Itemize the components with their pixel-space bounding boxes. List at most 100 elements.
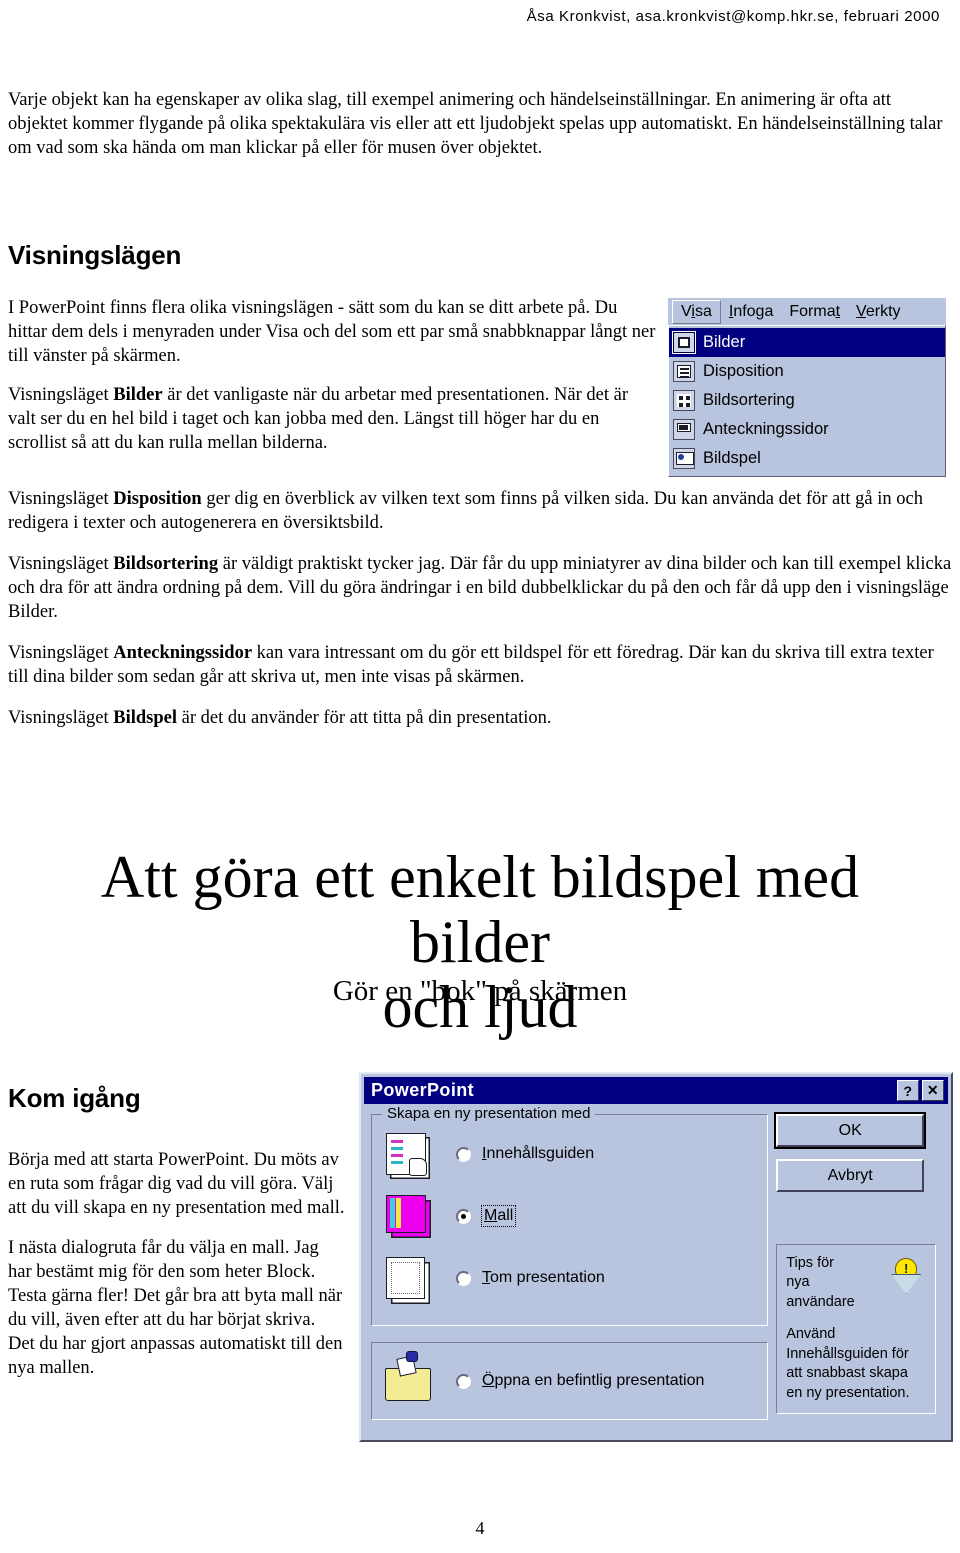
page-number: 4	[475, 1518, 485, 1538]
innehallsguiden-rest: nnehållsguiden	[486, 1145, 595, 1162]
menu-item-bilder[interactable]: Bilder	[669, 328, 945, 357]
visa-pre: V	[681, 302, 692, 320]
open-folder-icon	[384, 1351, 434, 1404]
infoga-post: nfoga	[733, 302, 774, 320]
menu-item-disposition[interactable]: Disposition	[669, 357, 945, 386]
section-heading-visningslagen: Visningslägen	[8, 240, 182, 270]
radio-tom-presentation[interactable]	[456, 1270, 471, 1286]
visningslagen-paragraph-6: Visningsläget Bildspel är det du använde…	[8, 706, 952, 730]
group-box-title: Skapa en ny presentation med	[382, 1105, 596, 1122]
autocontent-wizard-icon	[384, 1131, 434, 1177]
visningslagen-paragraph-2: Visningsläget Bilder är det vanligaste n…	[8, 383, 656, 455]
radio-oppna-befintlig[interactable]	[456, 1373, 471, 1389]
document-title: Att göra ett enkelt bildspel med bilder …	[30, 845, 930, 1039]
dialog-title-text: PowerPoint	[371, 1080, 475, 1100]
dialog-body: Skapa en ny presentation med Innehållsgu…	[361, 1104, 951, 1428]
option-row-oppna-befintlig[interactable]: Öppna en befintlig presentation	[378, 1351, 761, 1411]
format-pre: Forma	[789, 302, 836, 320]
option-row-mall[interactable]: Mall	[378, 1185, 761, 1247]
menu-item-bilder-label: Bilder	[703, 333, 746, 351]
menu-item-bildsortering[interactable]: Bildsortering	[669, 386, 945, 415]
visa-post: sa	[694, 302, 712, 320]
document-title-line-1: Att göra ett enkelt bildspel med bilder	[100, 844, 860, 975]
kom-igang-body: Börja med att starta PowerPoint. Du möts…	[8, 1148, 346, 1396]
section-heading-kom-igang: Kom igång	[8, 1083, 141, 1113]
menu-item-bildspel-label: Bildspel	[703, 449, 761, 467]
paragraph-6-term: Bildspel	[113, 708, 178, 729]
header-divider	[0, 40, 960, 41]
paragraph-5-pre: Visningsläget	[8, 643, 114, 664]
tom-presentation-rest: om presentation	[490, 1269, 605, 1286]
paragraph-6-pre: Visningsläget	[8, 708, 114, 729]
radio-mall[interactable]	[456, 1208, 471, 1224]
visningslagen-paragraph-3: Visningsläget Disposition ger dig en öve…	[8, 487, 952, 535]
menu-bar-item-format[interactable]: Format	[781, 301, 848, 323]
dialog-right-column: OK Avbryt Tips för nya användare Använd …	[774, 1112, 943, 1420]
slide-show-icon	[673, 448, 695, 469]
option-row-tom-presentation[interactable]: Tom presentation	[378, 1247, 761, 1309]
radio-innehallsguiden[interactable]	[456, 1146, 471, 1162]
menu-item-anteckningssidor[interactable]: Anteckningssidor	[669, 415, 945, 444]
paragraph-5-term: Anteckningssidor	[113, 643, 253, 664]
ok-button[interactable]: OK	[774, 1112, 927, 1149]
paragraph-3-pre: Visningsläget	[8, 489, 114, 509]
paragraph-2-pre: Visningsläget	[8, 385, 114, 406]
intro-text: Varje objekt kan ha egenskaper av olika …	[8, 90, 943, 159]
kom-igang-paragraph-2: I nästa dialogruta får du välja en mall.…	[8, 1238, 343, 1379]
cancel-button[interactable]: Avbryt	[776, 1159, 925, 1192]
option-label-innehallsguiden: Innehållsguiden	[482, 1145, 594, 1163]
dialog-title-bar: PowerPoint ? ✕	[364, 1077, 948, 1104]
notes-page-icon	[673, 419, 695, 440]
paragraph-3-term: Disposition	[113, 489, 202, 509]
slide-view-icon	[672, 331, 696, 354]
paragraph-4-term: Bildsortering	[113, 554, 219, 575]
menu-item-bildsortering-label: Bildsortering	[703, 391, 795, 409]
option-row-innehallsguiden[interactable]: Innehållsguiden	[378, 1123, 761, 1185]
menu-item-bildspel[interactable]: Bildspel	[669, 444, 945, 473]
create-new-presentation-group: Skapa en ny presentation med Innehållsgu…	[371, 1105, 769, 1326]
option-label-oppna-befintlig: Öppna en befintlig presentation	[482, 1372, 704, 1390]
lightbulb-tip-icon	[885, 1254, 927, 1298]
menu-bar-item-verktyg[interactable]: Verkty	[848, 301, 908, 323]
document-subtitle: Gör en "bok" på skärmen	[332, 975, 628, 1007]
option-label-tom-presentation: Tom presentation	[482, 1269, 605, 1287]
visningslagen-paragraph-4: Visningsläget Bildsortering är väldigt p…	[8, 552, 952, 624]
tips-panel-body: Använd Innehållsguiden för att snabbast …	[786, 1326, 910, 1401]
menu-item-disposition-label: Disposition	[703, 362, 784, 380]
dialog-left-column: Skapa en ny presentation med Innehållsgu…	[371, 1105, 769, 1420]
menu-item-anteckningssidor-label: Anteckningssidor	[703, 420, 829, 438]
tips-panel-header: Tips för nya användare	[786, 1254, 927, 1312]
powerpoint-view-menu-screenshot: Visa Infoga Format Verkty Bilder Disposi…	[668, 298, 946, 477]
view-menu-dropdown: Bilder Disposition Bildsortering Anteckn…	[668, 325, 946, 477]
outline-view-icon	[673, 361, 695, 382]
verktyg-post: erkty	[865, 302, 901, 320]
intro-paragraph: Varje objekt kan ha egenskaper av olika …	[8, 88, 944, 175]
mall-rest: all	[497, 1207, 514, 1224]
slide-sorter-icon	[673, 390, 695, 411]
tom-presentation-accel: T	[482, 1269, 490, 1286]
powerpoint-startup-dialog-screenshot: PowerPoint ? ✕ Skapa en ny presentation …	[359, 1072, 953, 1442]
tips-panel-title: Tips för nya användare	[786, 1255, 855, 1310]
paragraph-2-term: Bilder	[113, 385, 163, 406]
option-label-mall: Mall	[480, 1205, 517, 1227]
tips-panel: Tips för nya användare Använd Innehållsg…	[776, 1244, 937, 1414]
page-header-byline: Åsa Kronkvist, asa.kronkvist@komp.hkr.se…	[526, 8, 940, 25]
kom-igang-paragraph-1: Börja med att starta PowerPoint. Du möts…	[8, 1150, 345, 1219]
dialog-title-buttons: ? ✕	[897, 1080, 946, 1101]
paragraph-6-post: är det du använder för att titta på din …	[177, 708, 552, 729]
visningslagen-paragraph-1: I PowerPoint finns flera olika visningsl…	[8, 298, 656, 367]
oppna-rest: ppna en befintlig presentation	[494, 1372, 705, 1389]
menu-bar-item-visa[interactable]: Visa	[672, 299, 721, 324]
visningslagen-intro-block: I PowerPoint finns flera olika visningsl…	[8, 296, 656, 470]
format-accel: t	[835, 302, 841, 320]
paragraph-4-pre: Visningsläget	[8, 554, 114, 575]
oppna-accel: Ö	[482, 1372, 495, 1389]
verktyg-accel: V	[856, 302, 866, 320]
open-existing-group: Öppna en befintlig presentation	[371, 1342, 769, 1420]
mall-accel: M	[484, 1207, 498, 1224]
visningslagen-paragraph-5: Visningsläget Anteckningssidor kan vara …	[8, 641, 952, 689]
help-icon[interactable]: ?	[897, 1080, 919, 1101]
menu-bar-item-infoga[interactable]: Infoga	[721, 301, 782, 323]
close-icon[interactable]: ✕	[922, 1080, 944, 1101]
menu-bar: Visa Infoga Format Verkty	[668, 298, 946, 325]
